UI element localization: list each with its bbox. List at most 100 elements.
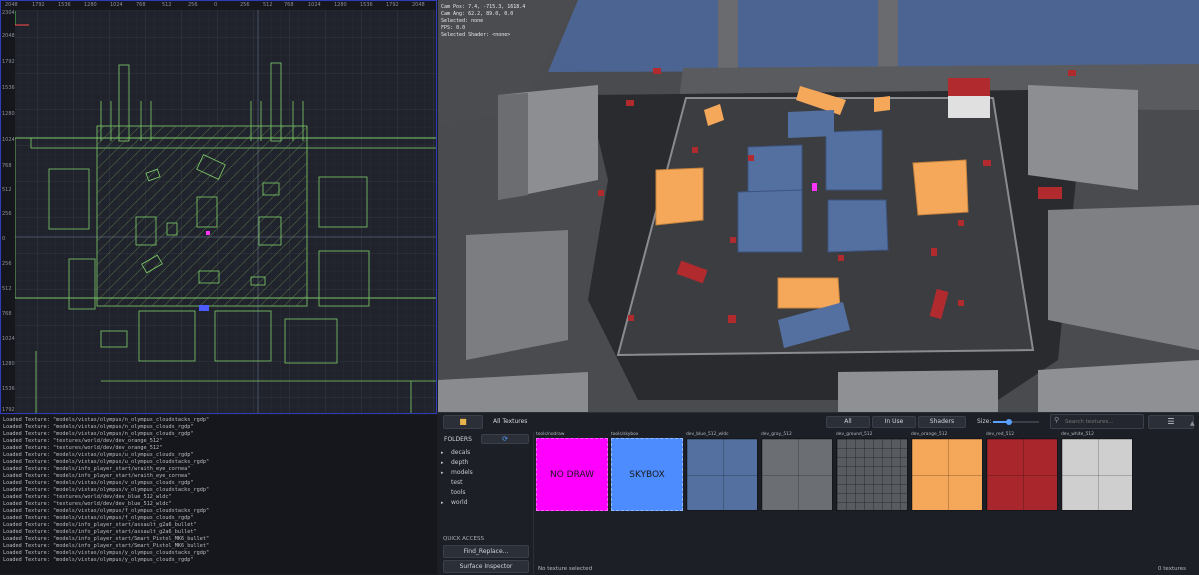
chevron-right-icon: ▸ bbox=[441, 470, 444, 476]
ruler-tick: 768 bbox=[136, 2, 146, 8]
ruler-tick: 256 bbox=[188, 2, 198, 8]
viewport-3d[interactable] bbox=[438, 0, 1199, 412]
texture-tile-skybox[interactable]: tools/skybox SKYBOX bbox=[611, 432, 683, 511]
ruler-tick: 1536 bbox=[58, 2, 71, 8]
ruler-tick: 0 bbox=[214, 2, 218, 8]
folder-label: world bbox=[451, 499, 468, 506]
ruler-tick: 1536 bbox=[360, 2, 373, 8]
texture-tile-dev-orange[interactable]: dev_orange_512 bbox=[911, 432, 983, 511]
cam-ang-label: Cam Ang: bbox=[441, 11, 466, 17]
console-line: Loaded Texture: "models/vistas/olympus/u… bbox=[3, 459, 210, 465]
console-line: Loaded Texture: "textures/world/dev/dev_… bbox=[3, 438, 163, 444]
panel-divider bbox=[533, 432, 534, 574]
size-slider[interactable] bbox=[993, 419, 1039, 425]
console-line: Loaded Texture: "models/vistas/olympus/f… bbox=[3, 508, 210, 514]
texture-swatch bbox=[986, 438, 1058, 511]
ruler-tick: 2048 bbox=[5, 2, 18, 8]
console-line: Loaded Texture: "models/vistas/olympus/u… bbox=[3, 452, 194, 458]
console-line: Loaded Texture: "models/info_player_star… bbox=[3, 536, 210, 542]
texture-name: tools/skybox bbox=[611, 432, 639, 437]
texture-tile-dev-blue[interactable]: dev_blue_512_wldc bbox=[686, 432, 758, 511]
quick-access-heading: QUICK ACCESS bbox=[443, 536, 484, 542]
ruler-tick: 1792 bbox=[2, 407, 15, 413]
texture-tile-dev-red[interactable]: dev_red_512 bbox=[986, 432, 1058, 511]
folder-toggle-button[interactable]: ■ bbox=[443, 415, 483, 429]
folder-item-decals[interactable]: ▸ decals bbox=[441, 448, 531, 458]
cam-pos-label: Cam Pos: bbox=[441, 4, 466, 10]
console-line: Loaded Texture: "models/info_player_star… bbox=[3, 473, 191, 479]
folder-item-world[interactable]: ▸ world bbox=[441, 498, 531, 508]
find-replace-button[interactable]: Find_Replace... bbox=[443, 545, 529, 558]
viewport-2d[interactable]: 2048 1792 1536 1280 1024 768 512 256 0 2… bbox=[0, 0, 437, 414]
ruler-tick: 2304 bbox=[2, 10, 15, 16]
texture-tile-dev-gray[interactable]: dev_gray_512 bbox=[761, 432, 833, 511]
vertical-ruler: 2304 2048 1792 1536 1280 1024 768 512 25… bbox=[1, 10, 15, 413]
console-line: Loaded Texture: "models/vistas/olympus/y… bbox=[3, 557, 194, 563]
ruler-tick: 1024 bbox=[110, 2, 123, 8]
texture-tile-nodraw[interactable]: tools/nodraw NO DRAW bbox=[536, 432, 608, 511]
folder-item-tools[interactable]: tools bbox=[441, 488, 531, 498]
texture-tile-dev-ground[interactable]: dev_ground_512 bbox=[836, 432, 908, 511]
ruler-tick: 1792 bbox=[32, 2, 45, 8]
viewport-2d-canvas bbox=[1, 1, 436, 413]
ruler-tick: 512 bbox=[2, 286, 12, 292]
filter-in-use-button[interactable]: In Use bbox=[872, 416, 916, 428]
surface-inspector-button[interactable]: Surface Inspector bbox=[443, 560, 529, 573]
texture-tile-dev-white[interactable]: dev_white_512 bbox=[1061, 432, 1133, 511]
ruler-tick: 1280 bbox=[84, 2, 97, 8]
folder-icon: ■ bbox=[459, 417, 467, 426]
texture-name: dev_red_512 bbox=[986, 432, 1015, 437]
console-line: Loaded Texture: "models/vistas/olympus/f… bbox=[3, 515, 194, 521]
texture-swatch bbox=[1061, 438, 1133, 511]
ruler-tick: 1024 bbox=[2, 137, 15, 143]
texture-count: 0 textures bbox=[1158, 566, 1186, 572]
console-line: Loaded Texture: "textures/world/dev/dev_… bbox=[3, 445, 163, 451]
chevron-right-icon: ▸ bbox=[441, 500, 444, 506]
fps-label: FPS: bbox=[441, 25, 454, 31]
console-line: Loaded Texture: "models/vistas/olympus/v… bbox=[3, 487, 210, 493]
ruler-tick: 256 bbox=[2, 261, 12, 267]
folder-label: decals bbox=[451, 449, 471, 456]
search-field[interactable]: ⚲ bbox=[1050, 414, 1144, 429]
console-log[interactable]: Loaded Texture: "models/vistas/olympus/n… bbox=[0, 415, 437, 574]
camera-stats-overlay: Cam Pos: 7.4, -715.3, 1618.4 Cam Ang: 62… bbox=[441, 4, 525, 39]
folder-label: models bbox=[451, 469, 473, 476]
texture-swatch: NO DRAW bbox=[536, 438, 608, 511]
scroll-up-icon[interactable]: ▲ bbox=[1190, 420, 1195, 428]
fps-value: 0.0 bbox=[456, 25, 466, 31]
texture-name: dev_gray_512 bbox=[761, 432, 792, 437]
texture-name: dev_blue_512_wldc bbox=[686, 432, 729, 437]
texture-name: dev_white_512 bbox=[1061, 432, 1094, 437]
size-label: Size: bbox=[977, 418, 992, 425]
console-line: Loaded Texture: "models/vistas/olympus/n… bbox=[3, 417, 210, 423]
ruler-tick: 0 bbox=[2, 236, 6, 242]
folder-label: tools bbox=[451, 489, 466, 496]
ruler-tick: 256 bbox=[240, 2, 250, 8]
cam-ang-value: 62.2, 89.0, 0.0 bbox=[468, 11, 514, 17]
ruler-tick: 512 bbox=[162, 2, 172, 8]
texture-name: dev_orange_512 bbox=[911, 432, 948, 437]
console-line: Loaded Texture: "models/vistas/olympus/n… bbox=[3, 424, 194, 430]
filter-shaders-button[interactable]: Shaders bbox=[918, 416, 966, 428]
selected-value: none bbox=[471, 18, 484, 24]
chevron-right-icon: ▸ bbox=[441, 460, 444, 466]
menu-button[interactable]: ☰ bbox=[1148, 415, 1194, 429]
ruler-tick: 256 bbox=[2, 211, 12, 217]
console-line: Loaded Texture: "models/vistas/olympus/v… bbox=[3, 480, 194, 486]
console-line: Loaded Texture: "models/info_player_star… bbox=[3, 522, 197, 528]
refresh-folders-button[interactable]: ⟳ bbox=[481, 434, 529, 444]
ruler-tick: 1280 bbox=[334, 2, 347, 8]
console-line: Loaded Texture: "models/vistas/olympus/y… bbox=[3, 550, 210, 556]
ruler-tick: 1536 bbox=[2, 85, 15, 91]
selected-shader-value: <none> bbox=[492, 32, 511, 38]
ruler-tick: 1280 bbox=[2, 111, 15, 117]
selection-status: No texture selected bbox=[538, 566, 593, 572]
search-input[interactable] bbox=[1065, 417, 1141, 426]
ruler-tick: 768 bbox=[2, 311, 12, 317]
folder-item-test[interactable]: test bbox=[441, 478, 531, 488]
folder-item-models[interactable]: ▸ models bbox=[441, 468, 531, 478]
texture-swatch bbox=[911, 438, 983, 511]
folder-item-depth[interactable]: ▸ depth bbox=[441, 458, 531, 468]
filter-all-button[interactable]: All bbox=[826, 416, 870, 428]
folders-heading: FOLDERS bbox=[444, 436, 472, 443]
